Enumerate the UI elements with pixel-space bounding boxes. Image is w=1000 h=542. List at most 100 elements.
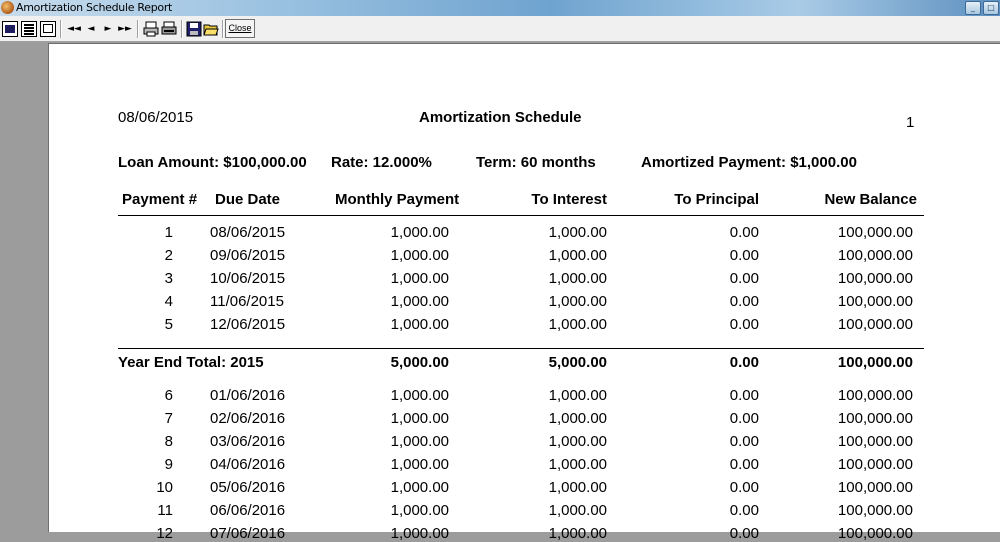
column-header-new-balance: New Balance [824,191,917,208]
row-due-date: 12/06/2015 [210,316,286,333]
term: Term: 60 months [476,154,596,171]
row-due-date: 04/06/2016 [210,456,286,473]
row-to-principal: 0.00 [729,456,759,473]
row-payment-number: 5 [164,316,173,333]
loan-amount: Loan Amount: $100,000.00 [118,154,307,171]
multi-page-view-icon[interactable] [21,21,37,37]
row-monthly-payment: 1,000.00 [390,387,449,404]
row-due-date: 03/06/2016 [210,433,286,450]
open-folder-icon[interactable] [203,21,219,37]
row-to-interest: 1,000.00 [548,456,607,473]
year-total-rule [118,348,924,349]
toolbar-separator [137,20,138,38]
row-to-principal: 0.00 [729,316,759,333]
row-payment-number: 1 [164,224,173,241]
row-due-date: 05/06/2016 [210,479,286,496]
row-to-principal: 0.00 [729,502,759,519]
row-monthly-payment: 1,000.00 [390,502,449,519]
toolbar-separator [222,20,223,38]
previous-page-icon[interactable]: ◄ [83,21,99,37]
app-icon [1,1,14,14]
row-new-balance: 100,000.00 [837,316,913,333]
row-monthly-payment: 1,000.00 [390,316,449,333]
last-page-icon[interactable]: ►► [117,21,133,37]
toolbar: ◄◄ ◄ ► ►► Close [0,16,1000,42]
column-header-to-principal: To Principal [674,191,759,208]
row-to-interest: 1,000.00 [548,316,607,333]
toolbar-separator [181,20,182,38]
row-payment-number: 4 [164,293,173,310]
row-due-date: 08/06/2015 [210,224,286,241]
year-total-interest: 5,000.00 [548,354,607,371]
year-total-balance: 100,000.00 [837,354,913,371]
row-to-interest: 1,000.00 [548,247,607,264]
row-new-balance: 100,000.00 [837,410,913,427]
row-to-principal: 0.00 [729,479,759,496]
row-monthly-payment: 1,000.00 [390,410,449,427]
rate: Rate: 12.000% [331,154,432,171]
row-to-interest: 1,000.00 [548,433,607,450]
row-to-principal: 0.00 [729,224,759,241]
amortized-payment: Amortized Payment: $1,000.00 [641,154,857,171]
row-monthly-payment: 1,000.00 [390,456,449,473]
page-width-view-icon[interactable] [40,21,56,37]
year-total-payment: 5,000.00 [390,354,449,371]
row-due-date: 10/06/2015 [210,270,286,287]
row-new-balance: 100,000.00 [837,525,913,542]
row-payment-number: 3 [164,270,173,287]
report-date: 08/06/2015 [118,109,194,126]
row-monthly-payment: 1,000.00 [390,479,449,496]
first-page-icon[interactable]: ◄◄ [66,21,82,37]
row-due-date: 01/06/2016 [210,387,286,404]
row-new-balance: 100,000.00 [837,387,913,404]
column-header-payment-number: Payment # [122,191,198,208]
row-payment-number: 12 [156,525,173,542]
row-to-interest: 1,000.00 [548,224,607,241]
row-new-balance: 100,000.00 [837,479,913,496]
next-page-icon[interactable]: ► [100,21,116,37]
maximize-button[interactable]: □ [983,1,999,15]
row-to-principal: 0.00 [729,293,759,310]
row-to-principal: 0.00 [729,387,759,404]
row-monthly-payment: 1,000.00 [390,525,449,542]
window-title: Amortization Schedule Report [16,1,173,14]
row-payment-number: 10 [156,479,173,496]
row-to-interest: 1,000.00 [548,479,607,496]
column-header-to-interest: To Interest [531,191,607,208]
row-payment-number: 7 [164,410,173,427]
column-header-due-date: Due Date [215,191,281,208]
row-to-principal: 0.00 [729,525,759,542]
row-to-interest: 1,000.00 [548,293,607,310]
print-setup-icon[interactable] [143,21,159,37]
row-due-date: 09/06/2015 [210,247,286,264]
save-icon[interactable] [186,21,202,37]
row-payment-number: 9 [164,456,173,473]
row-new-balance: 100,000.00 [837,433,913,450]
single-page-view-icon[interactable] [2,21,18,37]
close-button[interactable]: Close [225,19,255,38]
report-title: Amortization Schedule [419,109,582,126]
row-due-date: 11/06/2015 [210,293,284,310]
row-monthly-payment: 1,000.00 [390,224,449,241]
row-to-interest: 1,000.00 [548,410,607,427]
row-to-interest: 1,000.00 [548,525,607,542]
row-payment-number: 8 [164,433,173,450]
row-to-interest: 1,000.00 [548,270,607,287]
toolbar-separator [60,20,61,38]
row-payment-number: 2 [164,247,173,264]
row-to-principal: 0.00 [729,270,759,287]
row-due-date: 07/06/2016 [210,525,286,542]
row-new-balance: 100,000.00 [837,456,913,473]
minimize-button[interactable]: _ [965,1,981,15]
row-monthly-payment: 1,000.00 [390,293,449,310]
row-new-balance: 100,000.00 [837,502,913,519]
header-rule [118,215,924,216]
row-to-principal: 0.00 [729,410,759,427]
row-new-balance: 100,000.00 [837,224,913,241]
row-payment-number: 11 [157,502,173,519]
year-end-total-label: Year End Total: 2015 [118,354,264,371]
column-header-monthly-payment: Monthly Payment [335,191,460,208]
printer-icon[interactable] [161,21,177,37]
row-monthly-payment: 1,000.00 [390,247,449,264]
row-monthly-payment: 1,000.00 [390,270,449,287]
